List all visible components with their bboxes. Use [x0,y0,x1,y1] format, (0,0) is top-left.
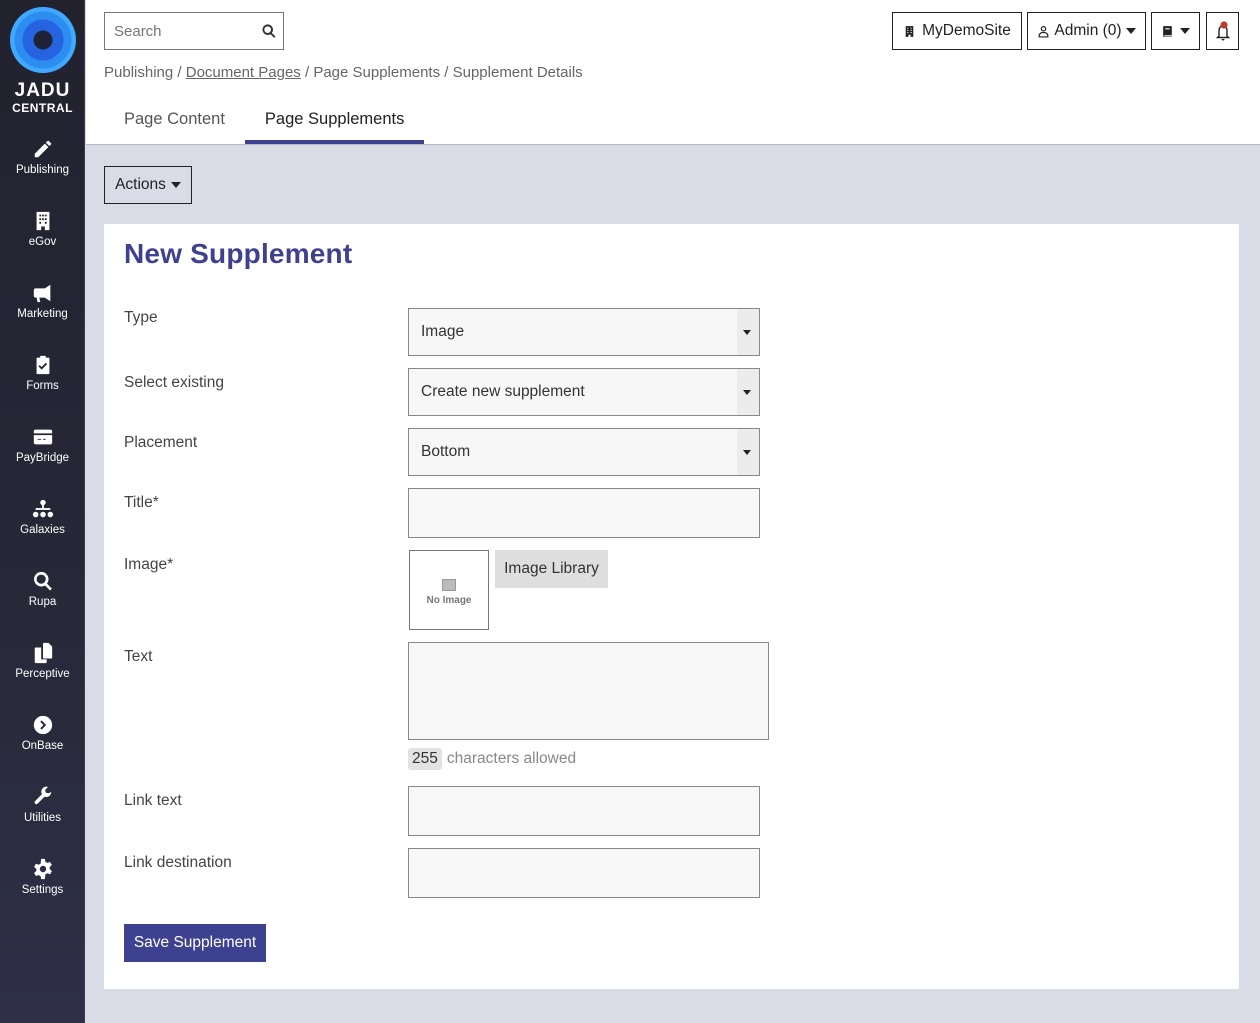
bell-icon [1215,21,1230,41]
link-text-input[interactable] [408,786,760,836]
search-input[interactable] [105,13,245,49]
clipboard-check-icon [36,355,49,375]
char-counter: 255 characters allowed [408,748,576,770]
actions-label: Actions [115,176,166,193]
jadu-logo[interactable] [10,7,76,73]
logo-text-central: CENTRAL [12,101,73,115]
gear-icon [33,858,52,880]
site-label: MyDemoSite [922,22,1011,39]
chevron-down-icon [743,450,751,455]
sidebar-item-rupa[interactable]: Rupa [0,570,85,630]
help-menu-button[interactable] [1151,12,1200,50]
search-icon [33,571,52,591]
user-menu-button[interactable]: Admin (0) [1027,12,1146,50]
image-library-button[interactable]: Image Library [495,550,608,588]
search-box [104,12,284,50]
sidebar-item-label: Marketing [17,308,68,320]
sidebar-item-label: Settings [21,884,64,896]
sidebar-item-perceptive[interactable]: Perceptive [0,642,85,702]
copy-icon [34,642,52,664]
sidebar-item-label: PayBridge [15,452,70,464]
tab-page-content[interactable]: Page Content [104,100,245,144]
char-counter-number: 255 [408,748,442,770]
building-icon [905,25,914,37]
sidebar-item-paybridge[interactable]: PayBridge [0,426,85,486]
wrench-icon [34,786,51,805]
sidebar-item-egov[interactable]: eGov [0,210,85,270]
user-label: Admin (0) [1054,22,1122,39]
notifications-button[interactable] [1206,12,1239,50]
book-icon [1163,25,1172,37]
char-counter-text: characters allowed [446,750,577,767]
page-title: New Supplement [124,238,353,269]
breadcrumb-separator: / [304,64,310,81]
sidebar-item-label: OnBase [21,740,64,752]
no-image-text: No Image [426,595,472,606]
sidebar-item-label: Publishing [15,164,70,176]
site-button[interactable]: MyDemoSite [892,12,1022,50]
placement-label: Placement [124,434,198,451]
logo-text-jadu: JADU [14,80,71,101]
select-existing-label: Select existing [124,374,224,391]
text-textarea[interactable] [408,642,769,740]
type-label: Type [124,309,158,326]
chevron-down-icon [1125,28,1136,34]
link-text-label: Link text [124,792,182,809]
chevron-down-icon [170,182,181,188]
breadcrumb-publishing: Publishing [104,64,174,81]
sidebar-item-label: Rupa [28,596,57,608]
tab-bar: Page Content Page Supplements [104,100,425,144]
sidebar-item-label: eGov [28,236,57,248]
sidebar-item-label: Perceptive [15,668,70,680]
breadcrumb-document-pages[interactable]: Document Pages [186,64,301,81]
title-input[interactable] [408,488,760,538]
sitemap-icon [32,499,53,518]
select-existing-select[interactable]: Create new supplement [408,368,760,416]
credit-card-icon [33,429,52,445]
type-select-value: Image [421,323,465,340]
link-destination-input[interactable] [408,848,760,898]
chevron-down-icon [743,390,751,395]
user-icon [1038,25,1049,38]
chevron-circle-right-icon [33,715,52,735]
breadcrumb-page-supplements: Page Supplements [313,64,441,81]
text-label: Text [124,648,153,665]
megaphone-icon [33,284,50,303]
save-supplement-button[interactable]: Save Supplement [124,924,266,962]
sidebar-item-galaxies[interactable]: Galaxies [0,498,85,558]
image-preview: No Image [409,550,489,630]
chevron-down-icon [1180,28,1190,34]
placement-select[interactable]: Bottom [408,428,760,476]
tab-page-supplements[interactable]: Page Supplements [244,100,425,144]
new-supplement-panel: New Supplement Type Image Select existin… [104,224,1239,989]
sidebar-item-label: Galaxies [20,524,65,536]
sidebar-item-publishing[interactable]: Publishing [0,138,85,198]
chevron-down-icon [743,330,751,335]
sidebar-item-utilities[interactable]: Utilities [0,786,85,846]
building-icon [36,211,49,231]
sidebar-item-forms[interactable]: Forms [0,354,85,414]
header: Publishing / Document Pages / Page Suppl… [86,0,1260,145]
breadcrumb-separator: / [177,64,182,81]
breadcrumb: Publishing / Document Pages / Page Suppl… [104,64,583,81]
placement-select-value: Bottom [421,443,471,460]
title-label: Title* [124,494,159,511]
sidebar-item-label: Utilities [23,812,62,824]
search-icon[interactable] [261,23,277,39]
breadcrumb-current: Supplement Details [452,64,583,81]
sidebar-item-onbase[interactable]: OnBase [0,714,85,774]
pencil-icon [34,140,51,158]
image-label: Image* [124,556,174,573]
type-select[interactable]: Image [408,308,760,356]
sidebar-item-label: Forms [26,380,59,392]
link-destination-label: Link destination [124,854,232,871]
actions-dropdown-button[interactable]: Actions [104,166,192,204]
image-placeholder-icon [442,579,456,591]
sidebar-item-marketing[interactable]: Marketing [0,282,85,342]
breadcrumb-separator: / [444,64,449,81]
sidebar: JADU CENTRAL Publishing eGov Marketing F… [0,0,85,1023]
sidebar-item-settings[interactable]: Settings [0,858,85,918]
select-existing-value: Create new supplement [421,383,585,400]
